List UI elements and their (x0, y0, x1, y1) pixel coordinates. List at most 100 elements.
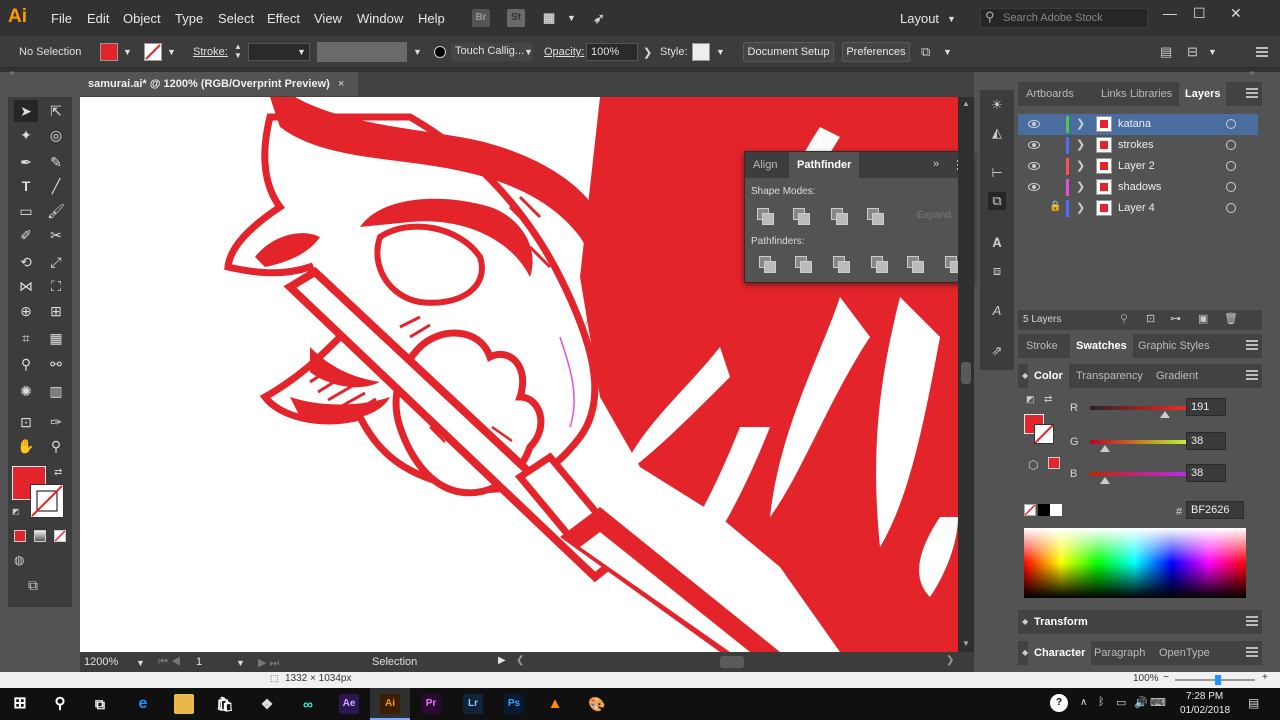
green-slider-knob[interactable] (1099, 445, 1110, 452)
menu-edit[interactable]: Edit (87, 11, 109, 26)
swap-colors-icon[interactable]: ⇄ (1044, 394, 1052, 405)
variable-width-profile[interactable] (317, 42, 407, 62)
workspace-chevron-icon[interactable]: ▼ (947, 14, 956, 24)
drawing-mode-icon[interactable]: ◍ (14, 553, 24, 567)
visibility-eye-icon[interactable] (1028, 162, 1040, 170)
menu-view[interactable]: View (314, 11, 342, 26)
exclude-icon[interactable] (867, 208, 884, 225)
width-tool-icon[interactable]: ⋈ (14, 275, 38, 297)
expand-button[interactable]: Expand (917, 210, 951, 221)
layer-name[interactable]: shadows (1118, 181, 1161, 193)
tab-stroke[interactable]: Stroke (1020, 334, 1064, 358)
expand-layer-icon[interactable]: ❯ (1076, 159, 1085, 172)
layer-name[interactable]: katana (1118, 118, 1151, 130)
layer-name[interactable]: Layer 4 (1118, 202, 1155, 214)
preferences-button[interactable]: Preferences (842, 42, 910, 62)
tab-layers[interactable]: Layers (1179, 82, 1227, 106)
blue-slider-knob[interactable] (1099, 477, 1110, 484)
red-slider-track[interactable] (1090, 406, 1190, 410)
new-layer-icon[interactable]: ▣ (1198, 312, 1208, 325)
green-slider-track[interactable] (1090, 440, 1190, 444)
pen-tool-icon[interactable]: ✒ (14, 151, 38, 173)
workspace-switcher[interactable]: Layout (900, 11, 939, 26)
zoom-chevron-icon[interactable]: ▼ (136, 658, 145, 668)
out-of-gamut-icon[interactable]: ⬡ (1028, 458, 1038, 472)
zoom-slider-knob[interactable] (1215, 675, 1221, 685)
blend-tool-icon[interactable]: ⚯ (44, 353, 68, 375)
tab-gradient[interactable]: Gradient (1150, 364, 1204, 388)
transform-menu-icon[interactable] (1246, 616, 1258, 626)
tab-libraries[interactable]: Libraries (1124, 82, 1178, 106)
align-panel-icon[interactable]: ⊟ (1187, 44, 1198, 60)
visibility-eye-icon[interactable] (1028, 141, 1040, 149)
close-window-icon[interactable]: ✕ (1230, 5, 1242, 22)
hand-tool-icon[interactable]: ✋ (14, 435, 38, 457)
gradient-mode-icon[interactable] (34, 530, 46, 542)
glyphs-icon[interactable]: A (988, 302, 1006, 320)
photoshop-icon[interactable]: Ps (504, 694, 524, 714)
stroke-color-swatch[interactable] (30, 484, 64, 518)
document-tab[interactable]: samurai.ai* @ 1200% (RGB/Overprint Previ… (80, 72, 358, 96)
artboard-number[interactable]: 1 (196, 656, 202, 668)
menu-help[interactable]: Help (418, 11, 445, 26)
tab-align[interactable]: Align (745, 152, 785, 178)
vertical-scrollbar[interactable]: ▲ ▼ (958, 97, 974, 652)
rectangle-tool-icon[interactable]: ▭ (14, 200, 38, 222)
vertical-scroll-thumb[interactable] (961, 362, 971, 384)
menu-object[interactable]: Object (123, 11, 161, 26)
line-segment-tool-icon[interactable]: ╱ (44, 175, 68, 197)
expand-layer-icon[interactable]: ❯ (1076, 180, 1085, 193)
default-fill-stroke-icon[interactable]: ◩ (12, 507, 20, 516)
scroll-down-icon[interactable]: ▼ (962, 639, 970, 648)
brush-chevron-icon[interactable]: ▼ (524, 47, 533, 57)
scroll-right-icon[interactable]: ❯ (946, 655, 954, 666)
stroke-weight-chevron-icon[interactable]: ▼ (297, 47, 306, 57)
opacity-label[interactable]: Opacity: (544, 46, 584, 58)
tab-paragraph[interactable]: Paragraph (1088, 641, 1151, 665)
minus-front-icon[interactable] (793, 208, 810, 225)
opacity-field[interactable]: 100% (586, 43, 638, 61)
color-stroke-swatch[interactable] (1034, 424, 1054, 444)
dropbox-icon[interactable]: ❖ (257, 694, 277, 714)
appearance-icon[interactable]: ◭ (988, 124, 1006, 142)
intersect-icon[interactable] (831, 208, 848, 225)
tab-swatches[interactable]: Swatches (1070, 334, 1133, 358)
menu-type[interactable]: Type (175, 11, 203, 26)
windows-start-icon[interactable]: ⊞ (10, 694, 30, 714)
last-artboard-icon[interactable]: ▶ ⏭ (258, 656, 279, 670)
white-color-swatch[interactable] (1050, 504, 1062, 516)
lock-icon[interactable]: 🔒 (1049, 201, 1061, 212)
network-icon[interactable]: ▭ (1116, 696, 1126, 709)
delete-layer-icon[interactable]: 🗑 (1224, 312, 1238, 325)
bridge-icon[interactable]: Br (472, 9, 490, 27)
blue-slider-track[interactable] (1090, 472, 1190, 476)
color-mode-icon[interactable] (14, 530, 26, 542)
scroll-left-icon[interactable]: ❮ (516, 655, 524, 666)
visibility-eye-icon[interactable] (1028, 183, 1040, 191)
gradient-tool-icon[interactable]: ▦ (44, 327, 68, 349)
slice-tool-icon[interactable]: ✑ (44, 411, 68, 433)
collapse-panels-icon[interactable]: » (1250, 68, 1254, 77)
collapse-panel-icon[interactable]: » (933, 158, 939, 170)
clock-time[interactable]: 7:28 PM (1186, 691, 1223, 702)
fill-swatch[interactable] (100, 43, 118, 61)
menu-effect[interactable]: Effect (267, 11, 300, 26)
onscreen-keyboard-icon[interactable]: ⌨ (1150, 696, 1166, 709)
volume-icon[interactable]: 🔊 (1134, 696, 1148, 709)
none-mode-icon[interactable] (54, 530, 66, 542)
target-circle-icon[interactable] (1226, 161, 1236, 171)
divide-icon[interactable] (759, 256, 776, 273)
search-stock-input[interactable]: Search Adobe Stock (980, 8, 1148, 28)
blue-value-field[interactable]: 38 (1186, 464, 1226, 482)
symbols-icon[interactable]: ⧈ (988, 262, 1006, 280)
tab-transparency[interactable]: Transparency (1070, 364, 1149, 388)
arrange-icon[interactable]: ⧉ (921, 44, 930, 60)
red-slider-knob[interactable] (1159, 411, 1170, 418)
black-color-swatch[interactable] (1038, 504, 1050, 516)
artboard-tool-icon[interactable]: ⊡ (14, 411, 38, 433)
maximize-icon[interactable]: ☐ (1193, 5, 1206, 22)
new-sublayer-icon[interactable]: ⊶ (1170, 312, 1181, 325)
eyedropper-tool-icon[interactable]: ⚲ (14, 353, 38, 375)
shape-builder-tool-icon[interactable]: ⊕ (14, 300, 38, 322)
tab-pathfinder[interactable]: Pathfinder (789, 152, 860, 178)
